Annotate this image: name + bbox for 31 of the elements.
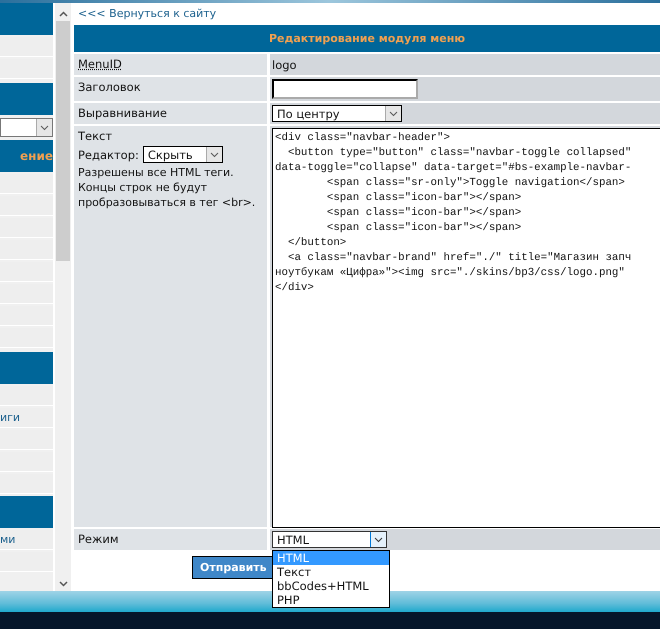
editor-select[interactable]: Скрыть bbox=[142, 146, 223, 163]
sidebar-link[interactable]: ми bbox=[0, 533, 16, 546]
editor-label: Редактор: bbox=[78, 148, 139, 162]
field-label: Текст bbox=[78, 129, 114, 143]
sidebar-header bbox=[0, 496, 53, 528]
help-text: Разрешены все HTML теги. Концы строк не будут пробразовываться в тег <br>. bbox=[78, 165, 256, 210]
dropdown-option[interactable]: bbCodes+HTML bbox=[273, 579, 389, 593]
mode-select[interactable]: HTML bbox=[272, 531, 387, 548]
scrollbar[interactable] bbox=[55, 3, 71, 591]
scrollbar-thumb[interactable] bbox=[56, 21, 70, 261]
sidebar-header bbox=[0, 3, 53, 35]
input-field[interactable] bbox=[272, 79, 418, 99]
field-value: logo bbox=[272, 58, 297, 72]
scroll-up-icon[interactable] bbox=[58, 11, 68, 17]
sidebar-select[interactable] bbox=[0, 118, 53, 137]
field-label: Заголовок bbox=[78, 80, 142, 94]
sidebar-header bbox=[0, 83, 53, 115]
submit-button[interactable]: Отправить bbox=[192, 556, 275, 579]
dropdown-option[interactable]: Текст bbox=[273, 565, 389, 579]
field-label: Выравнивание bbox=[78, 106, 168, 120]
sidebar-header bbox=[0, 352, 53, 384]
back-link[interactable]: <<< Вернуться к сайту bbox=[78, 6, 216, 20]
field-label: Режим bbox=[78, 532, 120, 546]
field-label: MenuID bbox=[78, 57, 123, 71]
form-title: Редактирование модуля меню bbox=[74, 25, 660, 52]
dropdown-option[interactable]: PHP bbox=[273, 593, 389, 607]
scroll-down-icon[interactable] bbox=[58, 581, 68, 587]
sidebar-link[interactable]: иги bbox=[0, 411, 20, 424]
align-select[interactable]: По центру bbox=[272, 105, 402, 122]
sidebar-header-text: ение bbox=[20, 149, 53, 163]
code-textarea[interactable]: <div class="navbar-header"> <button type="button" class="navbar-toggle collapsed" data-toggle="collapse" data-target="#bs-example-navbar- <span class="sr-only">Toggle navigation</span> <span class="icon-bar"></span> <span class="icon-bar"></span> <span class="icon-bar"></span> </button> <a class="navbar-brand" href="./" title="Магазин запч ноутбукам «Цифра»"><img src="./skins/bp3/css/logo.png" </div> bbox=[272, 128, 660, 528]
